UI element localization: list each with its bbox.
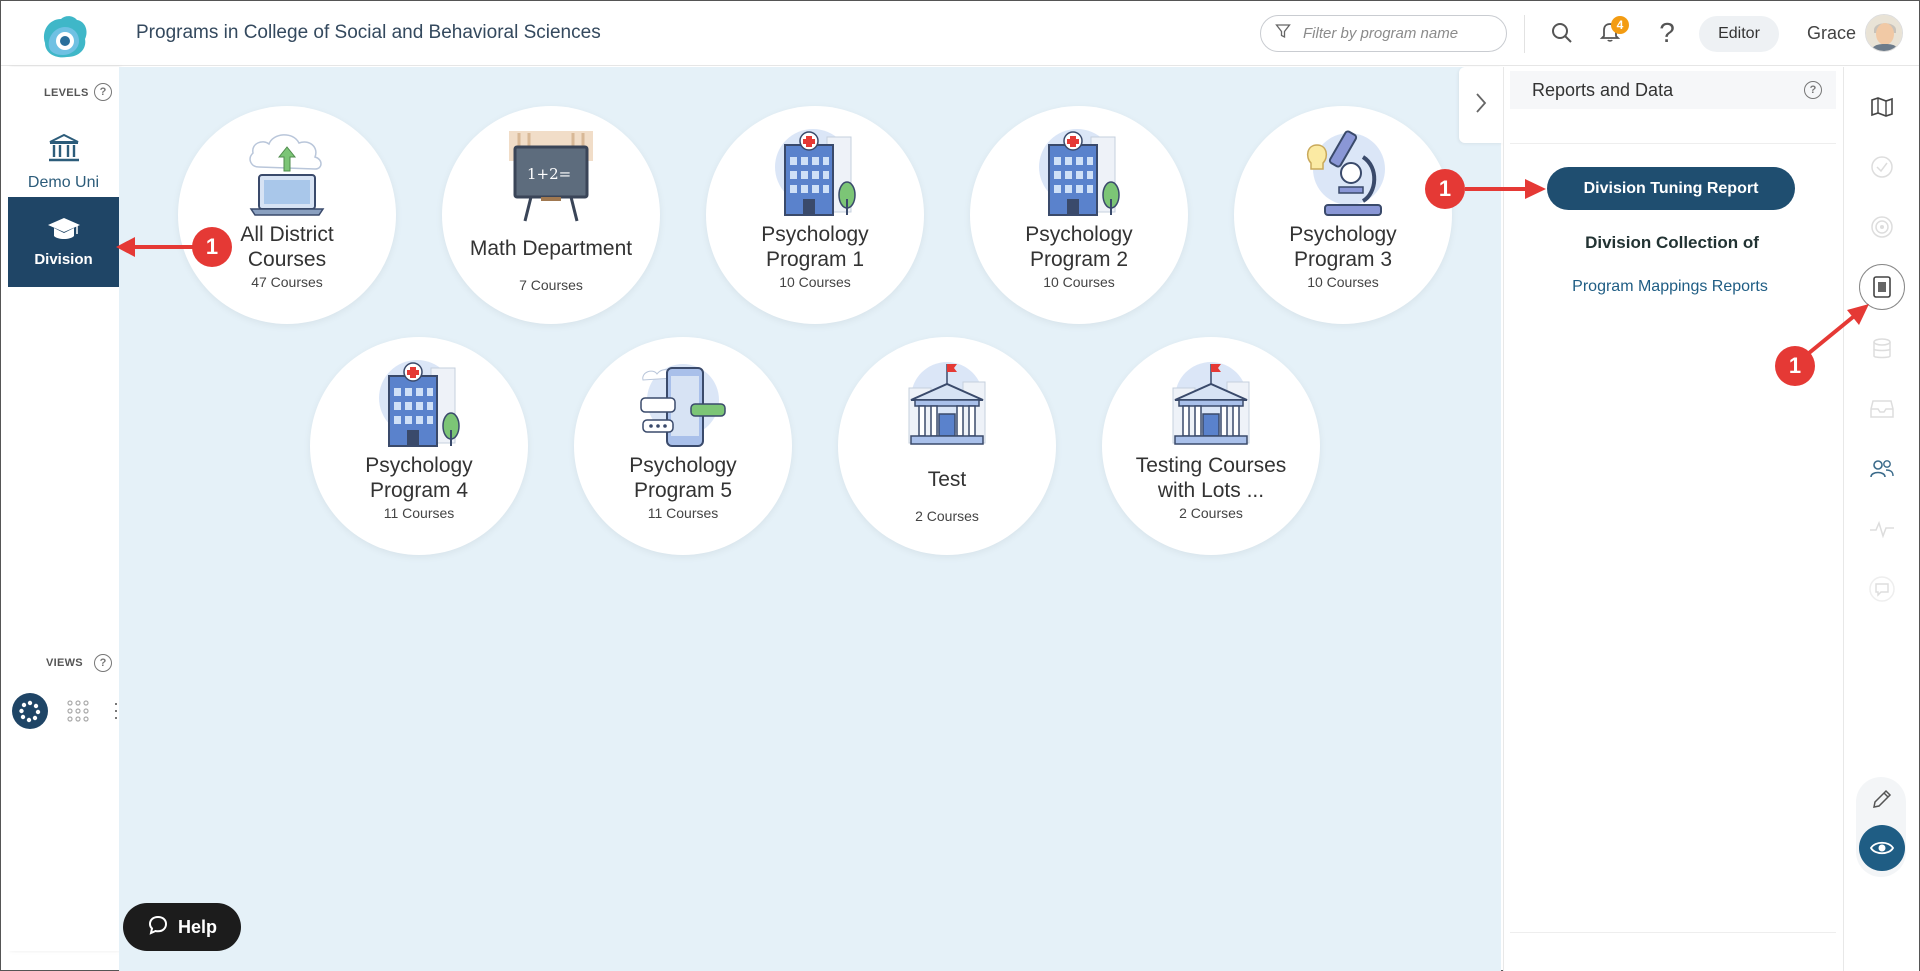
report-icon[interactable]	[1859, 264, 1905, 310]
course-count: 11 Courses	[647, 505, 719, 521]
microscope-icon	[1288, 122, 1398, 222]
course-count: 2 Courses	[915, 508, 979, 524]
phone-chat-icon	[628, 353, 738, 453]
level-label: Demo Uni	[27, 173, 100, 191]
top-bar: Programs in College of Social and Behavi…	[1, 1, 1919, 66]
inbox-icon[interactable]	[1862, 389, 1902, 429]
divider	[1510, 932, 1836, 933]
levels-sidebar: LEVELS ? Demo Uni Division VIEWS ?	[8, 67, 137, 951]
institution-icon	[47, 133, 81, 168]
reports-help-icon[interactable]: ?	[1804, 81, 1822, 99]
course-count: 10 Courses	[1307, 274, 1379, 290]
program-bubble[interactable]: Psychology Program 4 11 Courses	[310, 337, 528, 555]
pencil-icon[interactable]	[1862, 779, 1902, 819]
course-count: 10 Courses	[779, 274, 851, 290]
program-name: Math Department	[469, 237, 633, 260]
grid-view-icon[interactable]	[60, 693, 96, 729]
division-tuning-report-button[interactable]: Division Tuning Report	[1547, 167, 1795, 210]
program-bubble[interactable]: 1+2= Math Department 7 Courses	[442, 106, 660, 324]
search-icon[interactable]	[1547, 18, 1577, 48]
collapse-panel-button[interactable]	[1459, 67, 1503, 143]
level-label: Division	[34, 251, 93, 268]
annotation-marker: 1	[1775, 346, 1815, 386]
reports-panel-title: Reports and Data	[1532, 79, 1674, 100]
notifications-button[interactable]: 4	[1595, 16, 1629, 48]
program-bubble[interactable]: Psychology Program 1 10 Courses	[706, 106, 924, 324]
filter-input[interactable]	[1303, 25, 1493, 42]
program-name: Psychology Program 5	[629, 454, 737, 502]
chalkboard-icon: 1+2=	[496, 122, 606, 222]
program-mappings-link[interactable]: Program Mappings Reports	[1504, 278, 1836, 296]
cloud-upload-laptop-icon	[232, 122, 342, 222]
map-icon[interactable]	[1862, 87, 1902, 127]
program-name: Test	[927, 468, 967, 491]
app-logo[interactable]	[35, 13, 91, 61]
views-label: VIEWS	[46, 657, 83, 669]
reports-panel-header: Reports and Data ?	[1510, 71, 1836, 109]
target-icon[interactable]	[1862, 207, 1902, 247]
user-name[interactable]: Grace	[1807, 23, 1856, 44]
bubble-view-icon[interactable]	[12, 693, 48, 729]
database-icon[interactable]	[1862, 329, 1902, 369]
course-count: 47 Courses	[251, 274, 323, 290]
program-bubble[interactable]: Psychology Program 3 10 Courses	[1234, 106, 1452, 324]
filter-icon	[1275, 23, 1291, 44]
levels-label: LEVELS	[44, 87, 89, 99]
avatar[interactable]	[1865, 14, 1903, 52]
comment-icon[interactable]	[1862, 569, 1902, 609]
program-name: Psychology Program 3	[1289, 223, 1397, 271]
help-label: Help	[177, 916, 217, 937]
program-name: Testing Courses with Lots ...	[1135, 454, 1287, 502]
program-name: Psychology Program 2	[1025, 223, 1133, 271]
course-count: 10 Courses	[1043, 274, 1115, 290]
views-help-icon[interactable]: ?	[94, 654, 112, 672]
help-button[interactable]: Help	[123, 903, 241, 951]
help-question-mark: ?	[1659, 17, 1675, 48]
board-text: 1+2=	[527, 165, 571, 183]
level-demo-uni[interactable]: Demo Uni	[8, 122, 119, 202]
program-bubble[interactable]: Psychology Program 2 10 Courses	[970, 106, 1188, 324]
program-bubble[interactable]: Psychology Program 5 11 Courses	[574, 337, 792, 555]
editor-button[interactable]: Editor	[1699, 16, 1779, 52]
program-bubble[interactable]: Test 2 Courses	[838, 337, 1056, 555]
tool-rail	[1843, 67, 1919, 971]
program-name: Psychology Program 4	[365, 454, 473, 502]
divider	[1510, 143, 1836, 144]
hospital-icon	[1024, 122, 1134, 222]
eye-icon[interactable]	[1859, 825, 1905, 871]
help-icon[interactable]: ?	[1652, 18, 1682, 48]
levels-help-icon[interactable]: ?	[94, 83, 112, 101]
hospital-icon	[364, 353, 474, 453]
program-filter[interactable]	[1260, 15, 1507, 52]
check-circle-icon[interactable]	[1862, 147, 1902, 187]
chat-bubble-icon	[147, 914, 169, 941]
program-bubble[interactable]: All District Courses 47 Courses	[178, 106, 396, 324]
building-icon	[1156, 353, 1266, 453]
annotation-marker: 1	[192, 227, 232, 267]
notification-badge: 4	[1611, 16, 1629, 34]
annotation-marker: 1	[1425, 169, 1465, 209]
program-name: Psychology Program 1	[761, 223, 869, 271]
course-count: 2 Courses	[1179, 505, 1243, 521]
program-canvas: All District Courses 47 Courses 1+2= Mat…	[119, 67, 1501, 971]
graduation-cap-icon	[46, 216, 82, 247]
collection-heading: Division Collection of	[1585, 233, 1759, 252]
pulse-icon[interactable]	[1862, 509, 1902, 549]
course-count: 7 Courses	[519, 277, 583, 293]
hospital-icon	[760, 122, 870, 222]
chevron-right-icon	[1474, 92, 1488, 119]
course-count: 11 Courses	[383, 505, 455, 521]
divider	[1524, 15, 1525, 53]
building-icon	[892, 353, 1002, 453]
level-division[interactable]: Division	[8, 197, 119, 287]
reports-panel: Reports and Data ? Division Tuning Repor…	[1503, 67, 1843, 971]
page-title: Programs in College of Social and Behavi…	[136, 22, 601, 43]
users-icon[interactable]	[1862, 449, 1902, 489]
program-bubble[interactable]: Testing Courses with Lots ... 2 Courses	[1102, 337, 1320, 555]
